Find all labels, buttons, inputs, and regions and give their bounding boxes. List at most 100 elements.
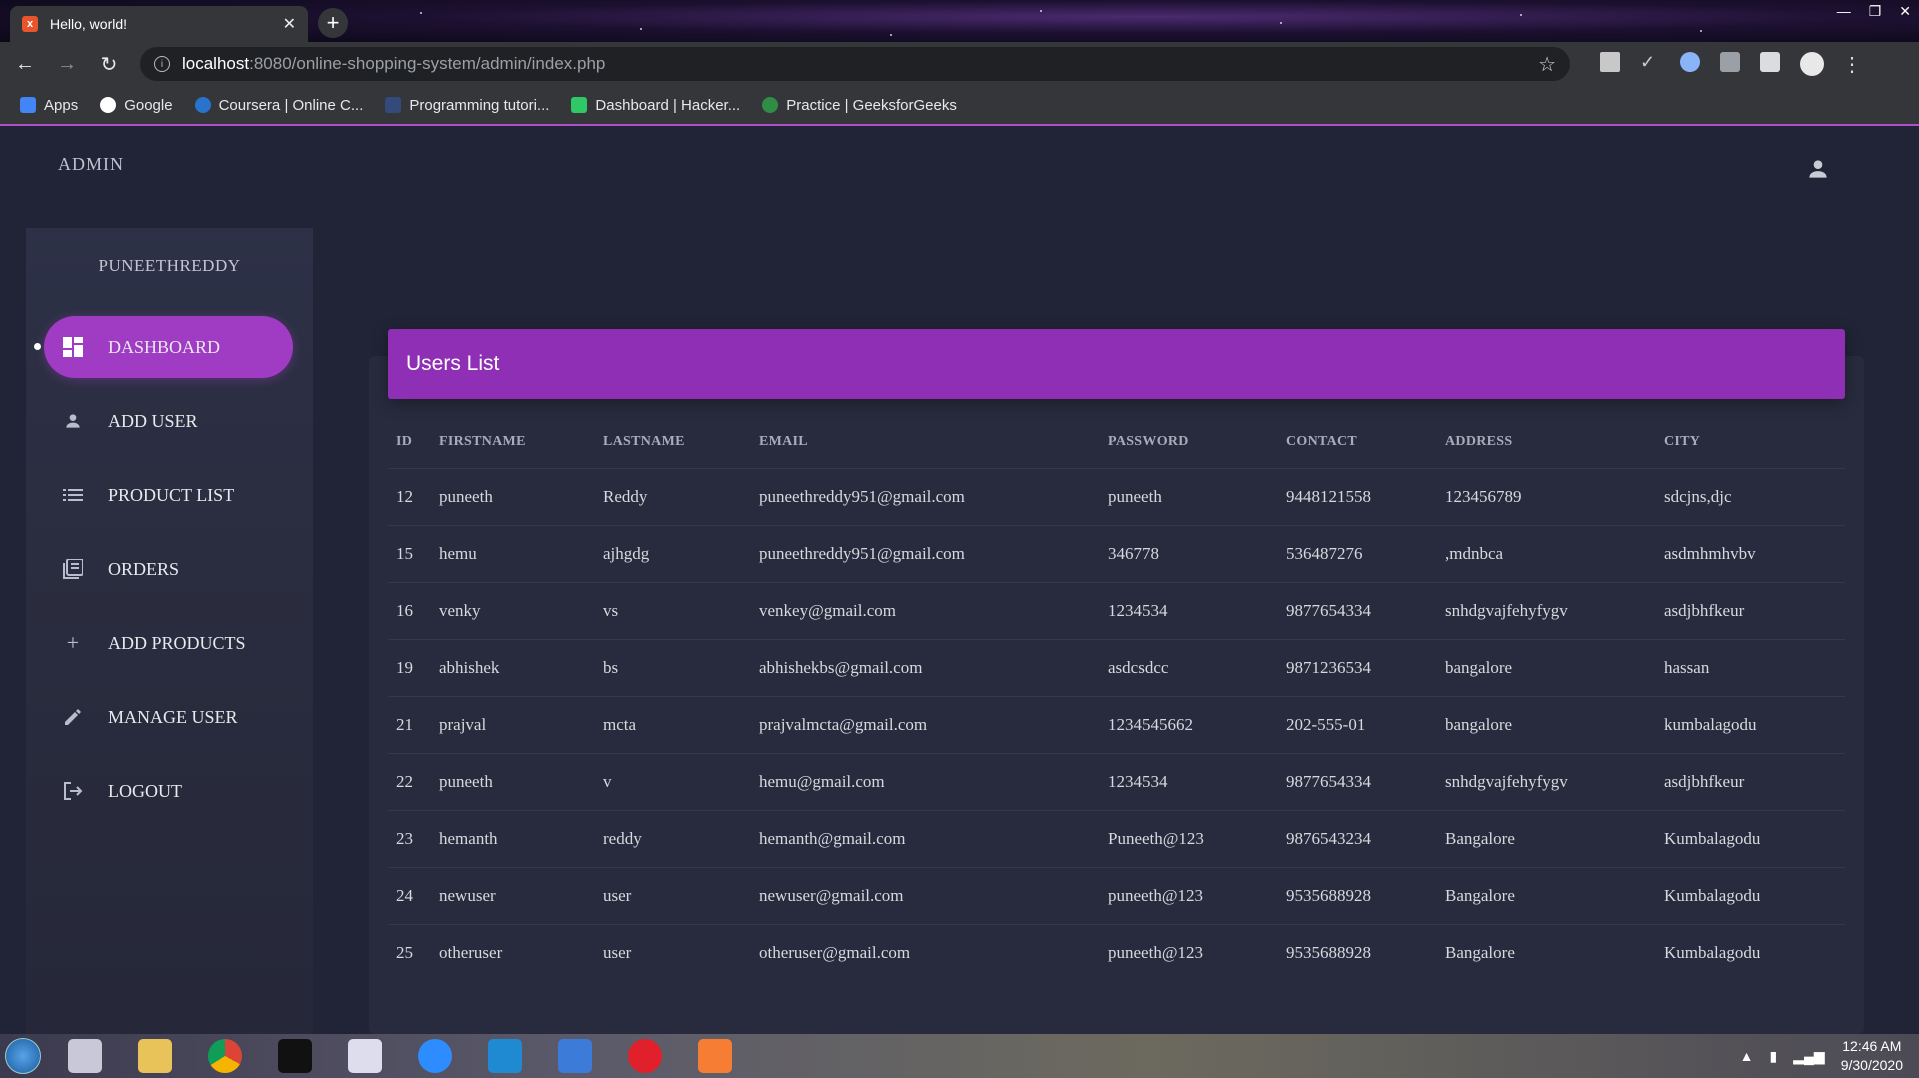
forward-icon[interactable]: → bbox=[50, 53, 84, 76]
sidebar-item-product-list[interactable]: PRODUCT LIST bbox=[44, 464, 293, 526]
table-cell: prajvalmcta@gmail.com bbox=[751, 695, 1100, 753]
start-button[interactable] bbox=[0, 1034, 46, 1078]
bookmark-star-icon[interactable]: ☆ bbox=[1538, 52, 1556, 77]
profile-avatar[interactable] bbox=[1800, 52, 1824, 76]
bookmark-coursera[interactable]: Coursera | Online C... bbox=[194, 97, 363, 114]
logout-icon bbox=[62, 780, 84, 802]
column-header[interactable]: LASTNAME bbox=[595, 416, 751, 468]
extension-icon[interactable] bbox=[1720, 52, 1740, 72]
users-card-title: Users List bbox=[388, 329, 1845, 399]
extension-icon[interactable] bbox=[1600, 52, 1620, 72]
network-icon[interactable]: ▂▄▆ bbox=[1793, 1048, 1824, 1065]
bookmark-hackerrank[interactable]: Dashboard | Hacker... bbox=[571, 97, 740, 114]
table-cell: 9876543234 bbox=[1278, 809, 1437, 867]
sidebar-item-logout[interactable]: LOGOUT bbox=[44, 760, 293, 822]
account-icon[interactable] bbox=[1805, 156, 1831, 182]
close-tab-icon[interactable]: ✕ bbox=[283, 14, 296, 34]
taskbar-app[interactable] bbox=[544, 1034, 606, 1078]
table-row: 21 prajval mcta prajvalmcta@gmail.com 123454… bbox=[388, 695, 1845, 753]
brand-title[interactable]: ADMIN bbox=[58, 154, 124, 175]
table-cell: puneeth bbox=[1100, 467, 1278, 525]
plus-icon: + bbox=[66, 630, 80, 655]
taskbar-app[interactable] bbox=[124, 1034, 186, 1078]
close-window-icon[interactable]: ✕ bbox=[1899, 3, 1911, 20]
taskbar-app[interactable] bbox=[474, 1034, 536, 1078]
table-cell: hemanth bbox=[431, 809, 595, 867]
table-cell: 346778 bbox=[1100, 524, 1278, 582]
background-star bbox=[1280, 22, 1282, 24]
site-info-icon[interactable]: i bbox=[154, 56, 170, 72]
sidebar-item-label: ORDERS bbox=[108, 558, 180, 579]
table-cell: otheruser bbox=[431, 923, 595, 981]
table-cell: puneeth bbox=[431, 467, 595, 525]
apps-grid-icon bbox=[20, 97, 36, 113]
taskbar-app[interactable] bbox=[614, 1034, 676, 1078]
table-cell: 536487276 bbox=[1278, 524, 1437, 582]
table-cell: reddy bbox=[595, 809, 751, 867]
battery-icon[interactable]: ▮ bbox=[1770, 1048, 1778, 1065]
sidebar-item-dashboard[interactable]: DASHBOARD bbox=[34, 316, 293, 378]
taskbar-app[interactable] bbox=[194, 1034, 256, 1078]
show-hidden-icons-icon[interactable]: ▲ bbox=[1740, 1048, 1754, 1064]
sidebar-item-add-user[interactable]: ADD USER bbox=[44, 390, 293, 452]
puzzle-icon[interactable] bbox=[1760, 52, 1780, 72]
taskbar-app[interactable] bbox=[684, 1034, 746, 1078]
sidebar-item-add-products[interactable]: + ADD PRODUCTS bbox=[44, 612, 293, 674]
table-cell: 16 bbox=[388, 581, 431, 639]
column-header[interactable]: PASSWORD bbox=[1100, 416, 1278, 468]
taskbar-app[interactable] bbox=[334, 1034, 396, 1078]
word-icon bbox=[558, 1039, 592, 1073]
table-cell: 9535688928 bbox=[1278, 923, 1437, 981]
column-header[interactable]: ADDRESS bbox=[1437, 416, 1656, 468]
table-cell: newuser bbox=[431, 866, 595, 924]
tutorial-site-icon bbox=[385, 97, 402, 113]
table-cell: ,mdnbca bbox=[1437, 524, 1656, 582]
back-icon[interactable]: ← bbox=[8, 53, 42, 76]
column-header[interactable]: EMAIL bbox=[751, 416, 1100, 468]
sidebar-item-orders[interactable]: ORDERS bbox=[44, 538, 293, 600]
column-header[interactable]: CONTACT bbox=[1278, 416, 1437, 468]
taskbar-app[interactable] bbox=[404, 1034, 466, 1078]
sidebar-item-label: LOGOUT bbox=[108, 780, 182, 801]
windows-logo-icon bbox=[5, 1038, 41, 1074]
table-cell: bangalore bbox=[1437, 638, 1656, 696]
table-cell: 21 bbox=[388, 695, 431, 753]
bookmark-geeksforgeeks[interactable]: Practice | GeeksforGeeks bbox=[762, 97, 957, 114]
taskbar-app[interactable] bbox=[264, 1034, 326, 1078]
column-header[interactable]: CITY bbox=[1656, 416, 1845, 468]
list-icon bbox=[62, 484, 84, 506]
taskbar-app[interactable] bbox=[54, 1034, 116, 1078]
table-row: 15 hemu ajhgdg puneethreddy951@gmail.com 346… bbox=[388, 524, 1845, 582]
column-header[interactable]: ID bbox=[388, 416, 431, 468]
table-cell: snhdgvajfehyfygv bbox=[1437, 581, 1656, 639]
table-cell: asdjbhfkeur bbox=[1656, 581, 1845, 639]
bookmark-programming[interactable]: Programming tutori... bbox=[385, 97, 549, 114]
bookmark-apps[interactable]: Apps bbox=[20, 97, 78, 114]
browser-menu-icon[interactable]: ⋮ bbox=[1842, 52, 1862, 77]
opera-icon bbox=[628, 1039, 662, 1073]
reload-icon[interactable]: ↻ bbox=[92, 52, 126, 77]
chrome-icon bbox=[208, 1039, 242, 1073]
table-cell: 19 bbox=[388, 638, 431, 696]
sidebar-item-manage-user[interactable]: MANAGE USER bbox=[44, 686, 293, 748]
table-cell: Bangalore bbox=[1437, 809, 1656, 867]
hackerrank-icon bbox=[571, 97, 588, 113]
browser-tab[interactable]: x Hello, world! ✕ bbox=[10, 6, 308, 42]
column-header[interactable]: FIRSTNAME bbox=[431, 416, 595, 468]
restore-icon[interactable]: ❐ bbox=[1869, 3, 1882, 20]
new-tab-button[interactable]: + bbox=[318, 8, 348, 38]
minimize-icon[interactable]: — bbox=[1837, 3, 1851, 19]
address-bar[interactable]: i localhost:8080/online-shopping-system/… bbox=[140, 47, 1570, 81]
bookmark-label: Dashboard | Hacker... bbox=[595, 96, 741, 114]
person-icon bbox=[62, 410, 84, 432]
clock[interactable]: 12:46 AM 9/30/2020 bbox=[1841, 1037, 1903, 1075]
clock-time: 12:46 AM bbox=[1842, 1038, 1902, 1054]
table-body: 12 puneeth Reddy puneethreddy951@gmail.com p… bbox=[388, 467, 1845, 981]
extension-icon[interactable] bbox=[1680, 52, 1700, 72]
extension-icon[interactable]: ✓ bbox=[1640, 52, 1660, 72]
zoom-icon bbox=[418, 1039, 452, 1073]
bookmark-label: Practice | GeeksforGeeks bbox=[786, 96, 957, 114]
bookmark-google[interactable]: Google bbox=[100, 97, 173, 114]
active-indicator bbox=[34, 343, 41, 350]
browser-tabstrip: x Hello, world! ✕ + — ❐ ✕ bbox=[0, 0, 1919, 42]
